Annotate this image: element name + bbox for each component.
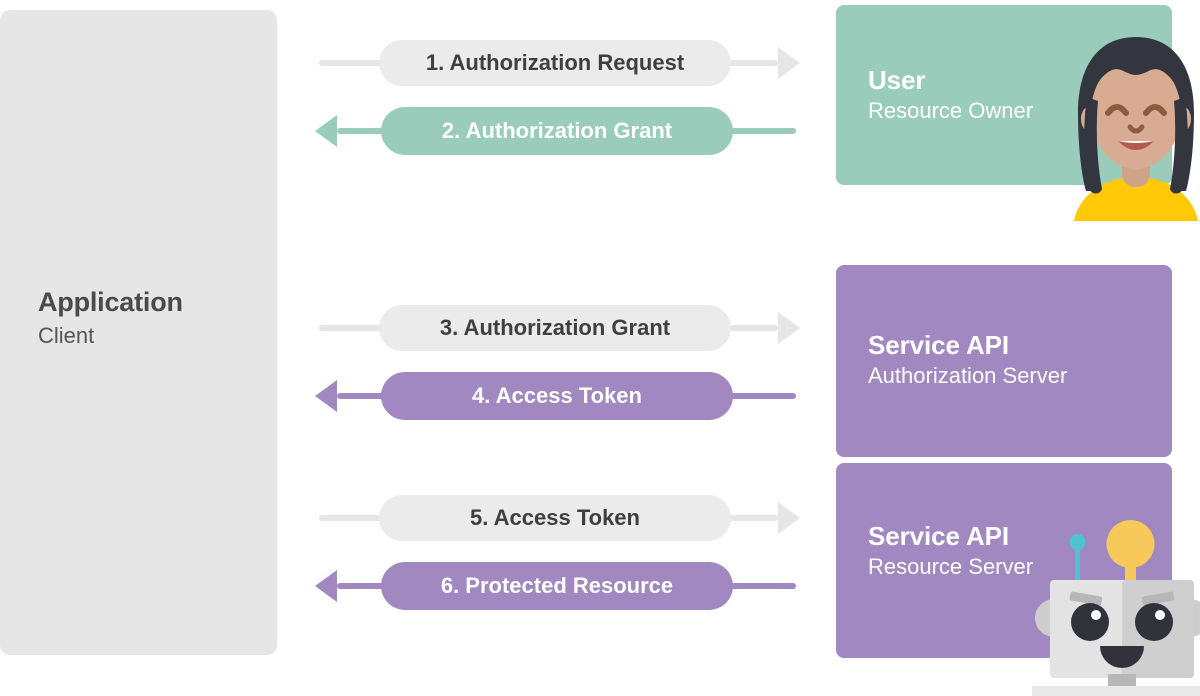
flow-label-5: 5. Access Token (379, 495, 731, 541)
card-auth-text-group: Service API Authorization Server (868, 330, 1067, 390)
card-auth-subtitle: Authorization Server (868, 363, 1068, 389)
flow-row-5: 5. Access Token (315, 493, 800, 543)
card-res-title: Service API (868, 521, 1010, 551)
card-res-subtitle: Resource Server (868, 554, 1034, 580)
flow-row-6: 6. Protected Resource (315, 561, 800, 611)
flow-row-1: 1. Authorization Request (315, 38, 800, 88)
flow-row-2: 2. Authorization Grant (315, 106, 800, 156)
flow-row-3: 3. Authorization Grant (315, 303, 800, 353)
arrow-head-left-icon (315, 570, 337, 602)
card-authorization-server: Service API Authorization Server (836, 265, 1172, 457)
arrow-head-left-icon (315, 115, 337, 147)
flow-label-6: 6. Protected Resource (381, 562, 733, 610)
flow-label-3: 3. Authorization Grant (379, 305, 731, 351)
card-user-subtitle: Resource Owner (868, 98, 1034, 124)
client-subtitle: Client (38, 322, 95, 348)
arrow-head-right-icon (778, 47, 800, 79)
robot-icon (1032, 520, 1200, 696)
arrow-head-right-icon (778, 502, 800, 534)
arrow-head-left-icon (315, 380, 337, 412)
client-label-group: Application Client (38, 286, 268, 350)
card-auth-title: Service API (868, 330, 1010, 360)
card-user: User Resource Owner (836, 5, 1198, 221)
user-avatar-icon (1074, 37, 1198, 221)
flow-label-4: 4. Access Token (381, 372, 733, 420)
flow-label-1: 1. Authorization Request (379, 40, 731, 86)
card-resource-server: Service API Resource Server (836, 463, 1200, 696)
flow-arrows-container: 1. Authorization Request 2. Authorizatio… (315, 0, 800, 673)
arrow-head-right-icon (778, 312, 800, 344)
card-res-text-group: Service API Resource Server (868, 521, 1033, 581)
card-user-title: User (868, 65, 926, 95)
client-panel: Application Client (0, 10, 277, 655)
flow-row-4: 4. Access Token (315, 371, 800, 421)
client-title: Application (38, 287, 183, 317)
card-user-text-group: User Resource Owner (868, 65, 1033, 125)
flow-label-2: 2. Authorization Grant (381, 107, 733, 155)
